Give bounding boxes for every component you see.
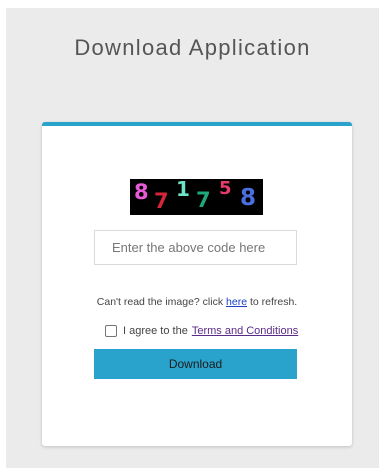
page-title: Download Application — [74, 35, 311, 60]
refresh-hint-suffix: to refresh. — [247, 296, 298, 308]
captcha-digit: 1 — [176, 177, 190, 201]
captcha-digit: 7 — [196, 188, 211, 212]
terms-agreement: I agree to the Terms and Conditions — [105, 324, 298, 338]
captcha-digit: 7 — [154, 189, 169, 213]
refresh-hint-prefix: Can't read the image? click — [96, 296, 227, 308]
page-background: Download Application 8 7 1 7 5 8 Can't r… — [6, 8, 379, 468]
captcha-digit: 8 — [240, 185, 257, 211]
captcha-digit: 8 — [134, 180, 149, 204]
captcha-code-input[interactable] — [94, 230, 297, 265]
refresh-hint: Can't read the image? click here to refr… — [42, 296, 352, 308]
captcha-image: 8 7 1 7 5 8 — [130, 179, 263, 215]
terms-agreement-label: I agree to the — [123, 325, 188, 337]
terms-link[interactable]: Terms and Conditions — [192, 325, 298, 337]
download-card: 8 7 1 7 5 8 Can't read the image? click … — [42, 122, 352, 446]
captcha-digit: 5 — [219, 178, 232, 199]
download-button[interactable]: Download — [94, 349, 297, 379]
refresh-captcha-link[interactable]: here — [226, 296, 247, 308]
terms-checkbox[interactable] — [105, 325, 117, 337]
